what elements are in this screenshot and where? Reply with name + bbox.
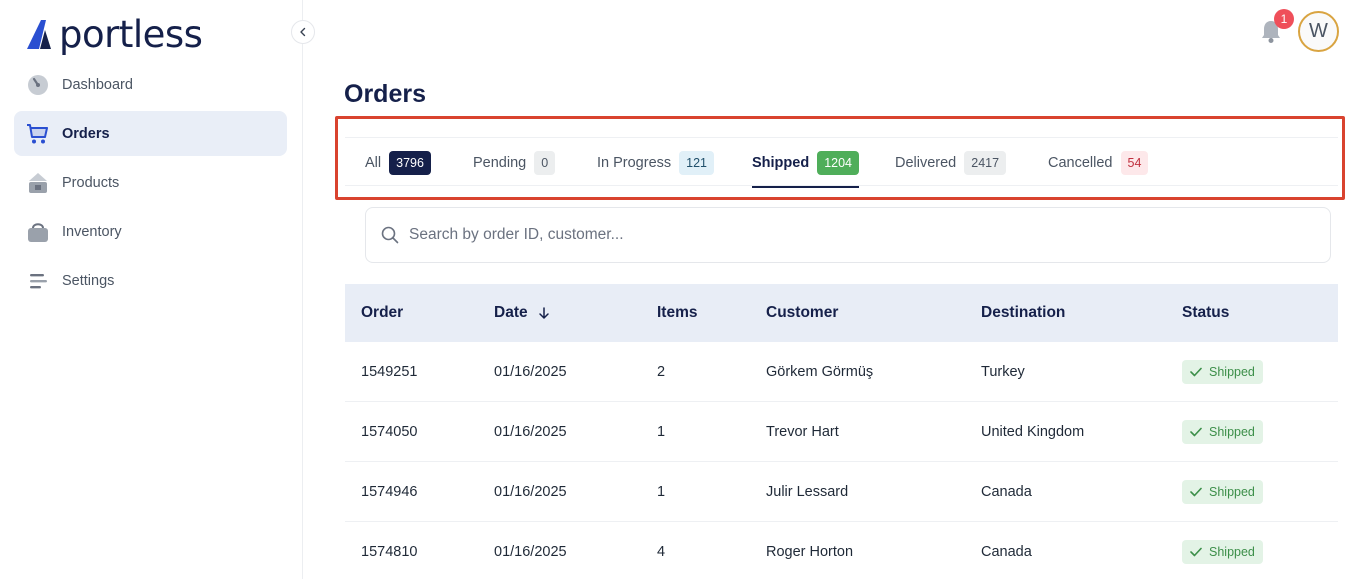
settings-sliders-icon [26,269,50,293]
tab-count-badge: 54 [1120,150,1149,175]
page-title: Orders [344,80,426,108]
search-input[interactable] [409,226,1289,244]
cell-customer: Görkem Görmüş [766,364,874,380]
column-header-status[interactable]: Status [1182,284,1229,342]
avatar-initial: W [1309,20,1328,42]
cell-customer: Roger Horton [766,544,854,560]
cell-status: Shipped [1182,402,1263,462]
column-header-customer[interactable]: Customer [766,284,838,342]
sidebar-item-label: Settings [62,272,115,289]
status-label: Shipped [1209,365,1255,379]
user-avatar[interactable]: W [1298,11,1339,52]
table-row[interactable]: 1549251 01/16/2025 2 Görkem Görmüş Turke… [345,342,1338,402]
cell-destination: Canada [981,544,1032,560]
order-search-box [365,207,1331,263]
tab-label: All [365,154,382,171]
cell-order-id: 1574946 [361,484,418,500]
tab-count-badge: 3796 [389,150,431,175]
inventory-bag-icon [26,220,50,244]
cell-date: 01/16/2025 [494,484,567,500]
sidebar-item-label: Inventory [62,223,122,240]
check-icon [1190,547,1202,557]
logo-text: portless [59,12,203,56]
status-label: Shipped [1209,545,1255,559]
portless-logo-mark-icon [27,20,51,49]
column-header-items[interactable]: Items [657,284,698,342]
collapse-sidebar-button[interactable] [291,20,315,44]
status-label: Shipped [1209,485,1255,499]
check-icon [1190,487,1202,497]
column-header-label: Date [494,304,528,321]
cell-order-id: 1574810 [361,544,418,560]
cell-destination: Turkey [981,364,1025,380]
status-badge: Shipped [1182,360,1263,384]
check-icon [1190,367,1202,377]
tab-count-badge: 2417 [964,150,1007,175]
cell-status: Shipped [1182,462,1263,522]
cell-items: 1 [657,484,666,500]
column-header-destination[interactable]: Destination [981,284,1065,342]
cell-items: 1 [657,424,666,440]
product-box-icon [26,171,50,195]
sidebar-item-inventory[interactable]: Inventory [14,209,287,254]
tab-label: Shipped [752,154,810,171]
cell-status: Shipped [1182,342,1263,402]
chevron-left-icon [300,27,306,37]
tab-label: Pending [473,154,527,171]
status-badge: Shipped [1182,480,1263,504]
arrow-down-icon [538,307,549,319]
status-badge: Shipped [1182,420,1263,444]
tab-shipped[interactable]: Shipped 1204 [752,138,860,188]
dashboard-gauge-icon [26,73,50,97]
cell-customer: Julir Lessard [766,484,849,500]
cell-customer: Trevor Hart [766,424,839,440]
tab-count-badge: 0 [534,150,556,175]
tab-count-badge: 121 [679,150,715,175]
cell-items: 4 [657,544,666,560]
search-icon [381,226,399,244]
tab-label: Delivered [895,154,957,171]
sidebar-item-label: Orders [62,125,110,142]
tab-pending[interactable]: Pending 0 [473,138,556,187]
cell-order-id: 1574050 [361,424,418,440]
cell-destination: United Kingdom [981,424,1085,440]
tab-in-progress[interactable]: In Progress 121 [597,138,715,187]
column-header-date[interactable]: Date [494,284,551,342]
table-row[interactable]: 1574050 01/16/2025 1 Trevor Hart United … [345,402,1338,462]
orders-table: Order Date Items Customer Destination St… [345,284,1338,579]
order-status-tabs: All 3796 Pending 0 In Progress 121 Shipp… [345,137,1338,188]
cell-date: 01/16/2025 [494,544,567,560]
tab-count-badge: 1204 [817,150,860,175]
tab-cancelled[interactable]: Cancelled 54 [1048,138,1149,187]
status-label: Shipped [1209,425,1255,439]
check-icon [1190,427,1202,437]
portless-logo[interactable]: portless [26,12,203,56]
column-header-order[interactable]: Order [361,284,403,342]
table-row[interactable]: 1574946 01/16/2025 1 Julir Lessard Canad… [345,462,1338,522]
table-row[interactable]: 1574810 01/16/2025 4 Roger Horton Canada… [345,522,1338,579]
sidebar-item-settings[interactable]: Settings [14,258,287,303]
sidebar-item-label: Products [62,174,120,191]
cell-status: Shipped [1182,522,1263,579]
cell-items: 2 [657,364,666,380]
cell-date: 01/16/2025 [494,364,567,380]
sidebar-item-products[interactable]: Products [14,160,287,205]
sidebar-nav: Dashboard Orders Products Inventory Sett… [14,62,287,307]
sidebar-item-dashboard[interactable]: Dashboard [14,62,287,107]
status-badge: Shipped [1182,540,1263,564]
table-header: Order Date Items Customer Destination St… [345,284,1338,342]
shopping-cart-icon [26,122,50,146]
cell-destination: Canada [981,484,1032,500]
notification-count-badge: 1 [1274,9,1294,29]
sidebar-item-orders[interactable]: Orders [14,111,287,156]
cell-order-id: 1549251 [361,364,418,380]
cell-date: 01/16/2025 [494,424,567,440]
tab-label: In Progress [597,154,672,171]
sidebar: portless Dashboard Orders Products Inven… [0,0,303,579]
tab-all[interactable]: All 3796 [365,138,431,187]
tab-label: Cancelled [1048,154,1113,171]
sidebar-item-label: Dashboard [62,76,133,93]
tab-delivered[interactable]: Delivered 2417 [895,138,1007,187]
